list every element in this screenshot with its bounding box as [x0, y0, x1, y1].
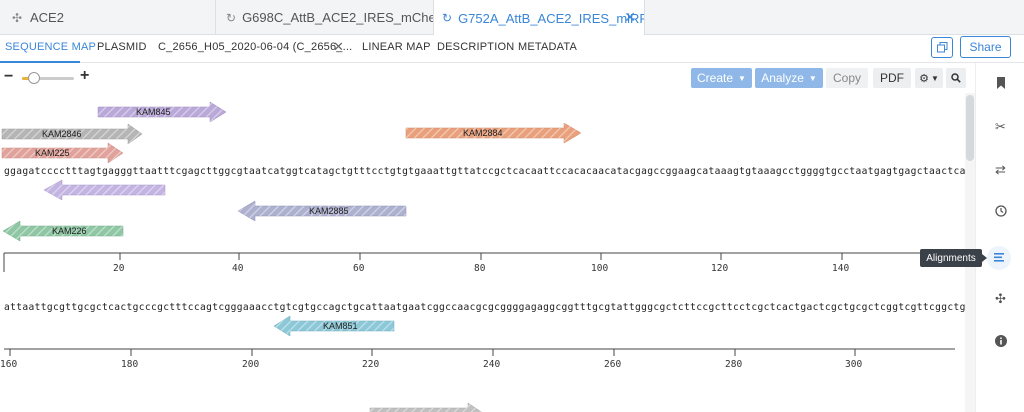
- tab-metadata[interactable]: METADATA: [518, 41, 577, 53]
- create-label: Create: [697, 71, 734, 85]
- search-button[interactable]: [946, 68, 966, 88]
- ruler-tick-label: 280: [725, 359, 743, 370]
- tab-plasmid[interactable]: PLASMID: [97, 41, 147, 53]
- feature-label: KAM2846: [42, 129, 82, 139]
- molecule-icon: ✣: [11, 10, 23, 25]
- tab-description[interactable]: DESCRIPTION: [437, 41, 514, 53]
- close-icon[interactable]: ✕: [333, 39, 344, 55]
- pdf-button[interactable]: PDF: [873, 68, 911, 88]
- analyze-label: Analyze: [761, 71, 804, 85]
- ruler-tick-label: 20: [113, 263, 125, 274]
- settings-button[interactable]: ⚙ ▼: [915, 68, 943, 88]
- analyze-button[interactable]: Analyze ▼: [755, 68, 823, 88]
- duplicate-button[interactable]: [931, 37, 953, 58]
- circular-arrow-icon: ↻: [442, 11, 453, 25]
- feature-unlabeled-primer[interactable]: [43, 179, 166, 201]
- alignments-tooltip: Alignments: [920, 249, 987, 267]
- ruler-tick-label: 140: [832, 263, 850, 274]
- bookmark-icon[interactable]: [976, 77, 1024, 92]
- ruler-tick-label: 200: [242, 359, 260, 370]
- feature-label: KAM851: [323, 321, 358, 331]
- close-icon[interactable]: ✕: [624, 9, 636, 26]
- ruler-tick-label: 80: [474, 263, 486, 274]
- info-icon[interactable]: [976, 335, 1024, 350]
- create-button[interactable]: Create ▼: [691, 68, 752, 88]
- alignments-button[interactable]: [987, 246, 1011, 270]
- tab-label: ACE2: [30, 10, 64, 25]
- feature-label: KAM2884: [463, 128, 503, 138]
- gear-icon: ⚙: [919, 72, 929, 85]
- scrollbar-thumb[interactable]: [966, 95, 974, 161]
- tab-ace2[interactable]: ✣ ACE2: [0, 0, 215, 35]
- alignment-lines-icon: [994, 253, 1004, 262]
- feature-label: KAM845: [136, 107, 171, 117]
- right-sidebar: ✂ ⇄ ✣: [975, 63, 1024, 412]
- tab-g698c[interactable]: ↻ G698C_AttB_ACE2_IRES_mCherr...: [215, 0, 433, 35]
- target-icon[interactable]: ✣: [976, 291, 1024, 307]
- ruler-tick-label: 120: [711, 263, 729, 274]
- ruler-tick-label: 60: [353, 263, 365, 274]
- feature-label: KAM226: [52, 226, 87, 236]
- swap-arrows-icon[interactable]: ⇄: [976, 162, 1024, 178]
- zoom-slider-handle[interactable]: [28, 72, 40, 84]
- share-button[interactable]: Share: [960, 36, 1011, 58]
- history-clock-icon[interactable]: [976, 205, 1024, 220]
- search-icon: [951, 73, 961, 83]
- tab-g752a[interactable]: ↻ G752A_AttB_ACE2_IRES_miRF... ✕: [433, 0, 645, 36]
- toolbar: − + Create ▼ Analyze ▼ Copy PDF ⚙ ▼: [0, 63, 975, 93]
- ruler-tick-label: 240: [483, 359, 501, 370]
- chevron-down-icon: ▼: [930, 73, 939, 83]
- tab-sequence-map[interactable]: SEQUENCE MAP: [5, 41, 96, 53]
- feature-partial[interactable]: [369, 402, 483, 412]
- zoom-in-icon[interactable]: +: [80, 67, 89, 85]
- feature-label: KAM2885: [309, 206, 349, 216]
- feature-label: KAM225: [35, 148, 70, 158]
- ruler-tick-label: 260: [604, 359, 622, 370]
- circular-arrow-icon: ↻: [226, 10, 237, 25]
- ruler-tick-label: 300: [845, 359, 863, 370]
- ruler-tick-label: 40: [232, 263, 244, 274]
- sub-navigation: SEQUENCE MAP PLASMID C_2656_H05_2020-06-…: [0, 35, 1024, 63]
- zoom-out-icon[interactable]: −: [4, 68, 13, 86]
- dna-sequence-row-2[interactable]: attaattgcgttgcgctcactgcccgctttccagtcggga…: [4, 302, 972, 313]
- tab-alignment-file[interactable]: C_2656_H05_2020-06-04 (C_2656_...: [158, 41, 352, 53]
- ruler-tick-label: 220: [362, 359, 380, 370]
- chevron-down-icon: ▼: [808, 73, 817, 83]
- ruler-tick-label: 160: [0, 359, 18, 370]
- tab-bar: ✣ ACE2 ↻ G698C_AttB_ACE2_IRES_mCherr... …: [0, 0, 1024, 36]
- chevron-down-icon: ▼: [738, 73, 746, 83]
- tab-label: G698C_AttB_ACE2_IRES_mCherr...: [242, 10, 433, 25]
- tab-linear-map[interactable]: LINEAR MAP: [362, 41, 431, 53]
- ruler-row-2: [4, 348, 955, 356]
- scissors-icon[interactable]: ✂: [976, 119, 1024, 135]
- ruler-tick-label: 180: [121, 359, 139, 370]
- copy-button[interactable]: Copy: [826, 68, 868, 88]
- sequence-map[interactable]: KAM845 KAM2846 KAM2884 KAM225 KAM2885 KA…: [0, 93, 975, 412]
- tab-label: G752A_AttB_ACE2_IRES_miRF...: [458, 10, 645, 26]
- ruler-tick-label: 100: [591, 263, 609, 274]
- dna-sequence-row-1[interactable]: ggagatcccctttagtgagggttaatttcgagcttggcgt…: [4, 166, 972, 177]
- copy-icon: [936, 42, 947, 53]
